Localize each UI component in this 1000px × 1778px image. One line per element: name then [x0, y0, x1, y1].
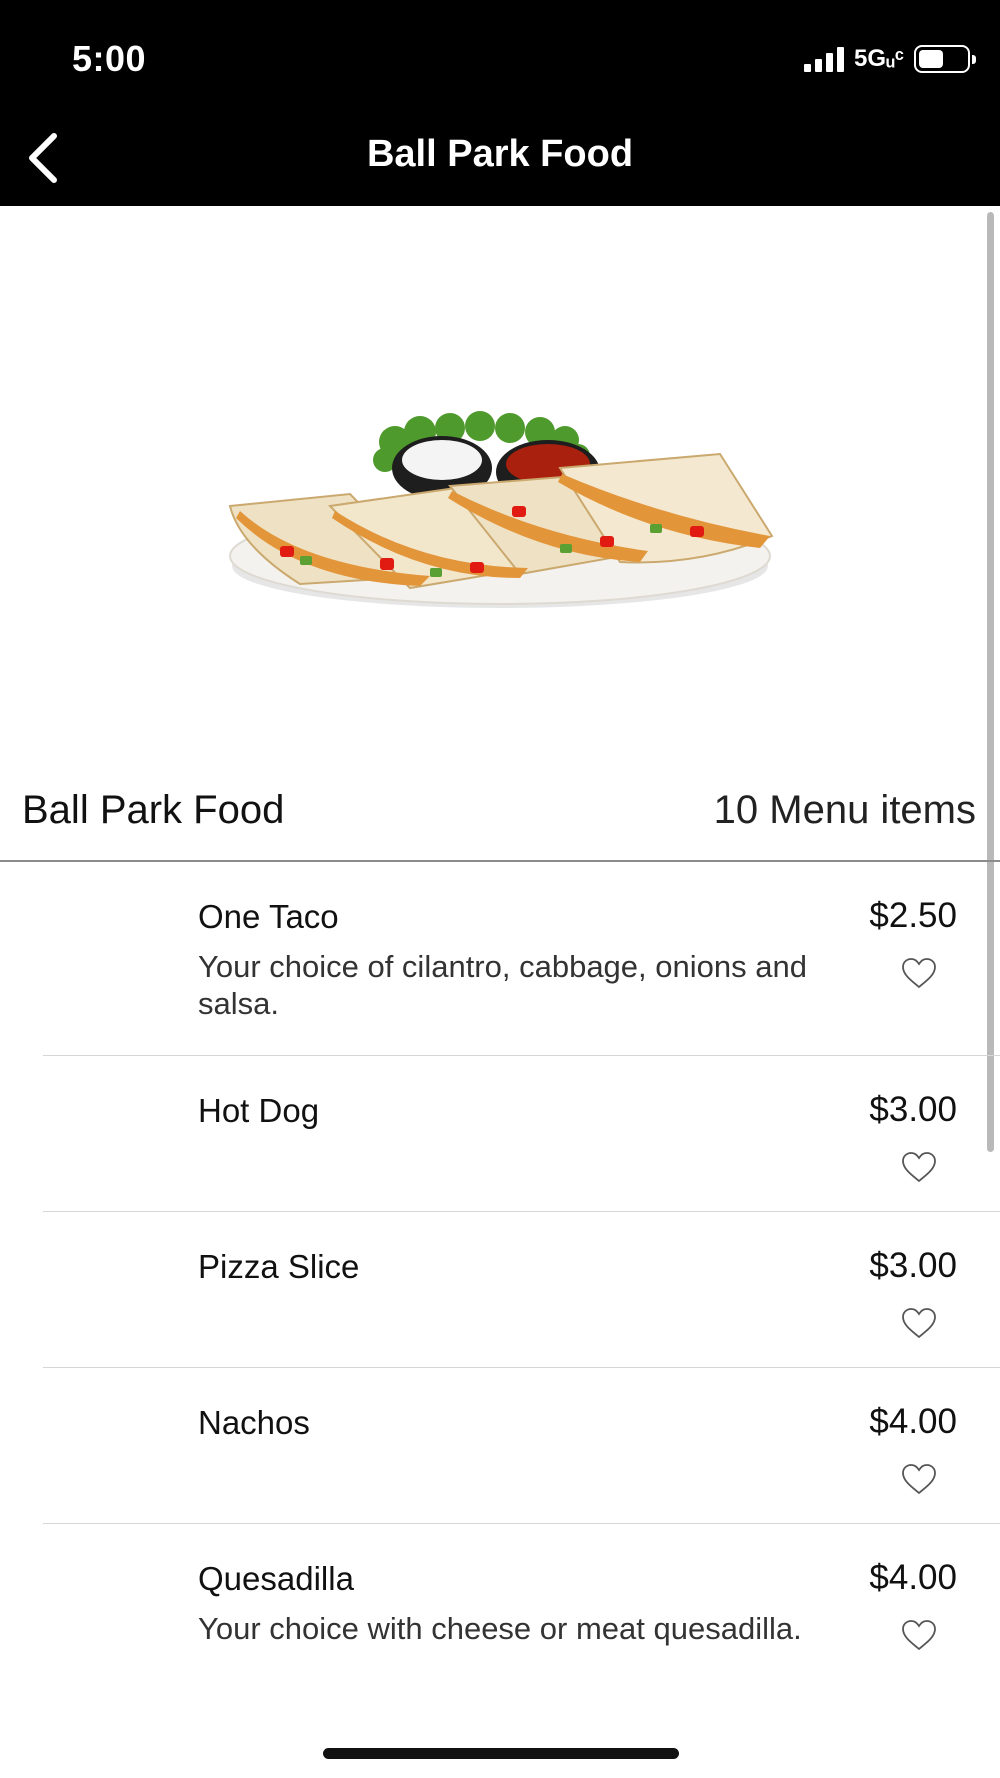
item-name: Pizza Slice [198, 1248, 360, 1285]
favorite-button[interactable] [900, 956, 938, 990]
home-indicator[interactable] [323, 1748, 679, 1759]
heart-icon [902, 1152, 936, 1183]
item-description: Your choice with cheese or meat quesadil… [198, 1611, 802, 1646]
menu-item[interactable]: Nachos $4.00 [43, 1368, 1000, 1524]
item-price: $3.00 [869, 1090, 957, 1129]
status-indicators: 5Gᵤᶜ [804, 42, 976, 76]
section-title: Ball Park Food [22, 788, 285, 832]
item-price: $3.00 [869, 1246, 957, 1285]
battery-icon [914, 45, 976, 73]
menu-item[interactable]: Hot Dog $3.00 [43, 1056, 1000, 1212]
quesadilla-plate-image [228, 411, 774, 608]
item-price: $4.00 [869, 1402, 957, 1441]
heart-icon [902, 1464, 936, 1495]
favorite-button[interactable] [900, 1150, 938, 1184]
favorite-button[interactable] [900, 1618, 938, 1652]
status-time: 5:00 [72, 38, 147, 79]
heart-icon [902, 958, 936, 989]
item-description: Your choice of cilantro, cabbage, onions… [198, 949, 807, 1021]
menu-item-count: 10 Menu items [713, 788, 976, 832]
item-price: $4.00 [869, 1558, 957, 1597]
hero-image [0, 206, 980, 766]
heart-icon [902, 1308, 936, 1339]
network-label: 5Gᵤᶜ [854, 45, 904, 72]
top-bar: 5:00 5Gᵤᶜ Ball Park Food [0, 0, 1000, 206]
signal-icon [804, 46, 845, 72]
menu-item[interactable]: Pizza Slice $3.00 [43, 1212, 1000, 1368]
item-name: Hot Dog [198, 1092, 320, 1129]
item-name: One Taco [198, 898, 339, 935]
heart-icon [902, 1620, 936, 1651]
favorite-button[interactable] [900, 1306, 938, 1340]
favorite-button[interactable] [900, 1462, 938, 1496]
page-title: Ball Park Food [366, 133, 634, 175]
menu-list: One Taco Your choice of cilantro, cabbag… [0, 862, 1000, 1718]
item-name: Nachos [198, 1404, 310, 1441]
menu-item[interactable]: Quesadilla Your choice with cheese or me… [43, 1524, 1000, 1718]
item-price: $2.50 [869, 896, 957, 935]
item-name: Quesadilla [198, 1560, 354, 1597]
section-header: Ball Park Food 10 Menu items [0, 770, 1000, 862]
menu-item[interactable]: One Taco Your choice of cilantro, cabbag… [43, 862, 1000, 1056]
